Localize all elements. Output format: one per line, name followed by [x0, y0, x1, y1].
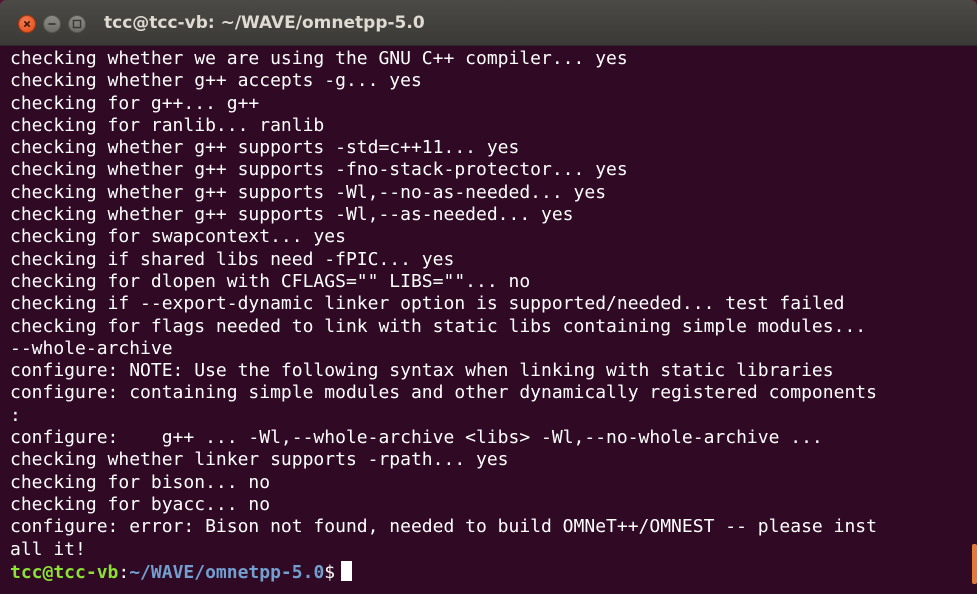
output-line: checking for ranlib... ranlib: [10, 114, 325, 136]
terminal-output[interactable]: checking whether we are using the GNU C+…: [0, 46, 977, 594]
maximize-button[interactable]: [68, 15, 86, 33]
output-line: checking whether g++ supports -Wl,--as-n…: [10, 204, 574, 226]
output-line: checking whether g++ supports -Wl,--no-a…: [10, 181, 607, 203]
output-line: checking whether linker supports -rpath.…: [10, 449, 509, 471]
output-line: checking for byacc... no: [10, 493, 271, 515]
window-title: tcc@tcc-vb: ~/WAVE/omnetpp-5.0: [104, 13, 425, 33]
prompt-user-host: tcc@tcc-vb: [10, 561, 119, 583]
minimize-icon: [48, 23, 56, 25]
output-line: checking for bison... no: [10, 471, 271, 493]
output-line: checking for dlopen with CFLAGS="" LIBS=…: [10, 270, 531, 292]
output-line: configure: NOTE: Use the following synta…: [10, 360, 834, 382]
terminal-window: tcc@tcc-vb: ~/WAVE/omnetpp-5.0 checking …: [0, 0, 977, 594]
output-line: configure: containing simple modules and…: [10, 382, 877, 404]
output-line: configure: g++ ... -Wl,--whole-archive <…: [10, 427, 823, 449]
output-line: :: [10, 404, 21, 426]
output-line: configure: error: Bison not found, neede…: [10, 516, 877, 538]
prompt-path: ~/WAVE/omnetpp-5.0: [129, 561, 325, 583]
prompt-separator: :: [118, 561, 130, 583]
output-line: --whole-archive: [10, 337, 173, 359]
output-line: checking whether g++ accepts -g... yes: [10, 70, 422, 92]
text-cursor: [341, 560, 353, 581]
output-line: checking whether g++ supports -std=c++11…: [10, 137, 520, 159]
output-line: all it!: [10, 538, 86, 560]
output-line: checking if shared libs need -fPIC... ye…: [10, 248, 455, 270]
output-line: checking whether we are using the GNU C+…: [10, 48, 628, 69]
close-button[interactable]: [18, 15, 36, 33]
output-line: checking for swapcontext... yes: [10, 226, 346, 248]
prompt-symbol: $: [324, 561, 336, 583]
output-lines: checking whether we are using the GNU C+…: [10, 48, 977, 561]
output-line: checking whether g++ supports -fno-stack…: [10, 159, 628, 181]
scrollbar-thumb[interactable]: [972, 544, 977, 584]
minimize-button[interactable]: [43, 15, 61, 33]
title-bar[interactable]: tcc@tcc-vb: ~/WAVE/omnetpp-5.0: [0, 0, 977, 46]
output-line: checking for flags needed to link with s…: [10, 315, 867, 337]
output-line: checking for g++... g++: [10, 92, 260, 114]
maximize-icon: [72, 19, 82, 29]
output-line: checking if --export-dynamic linker opti…: [10, 293, 845, 315]
close-icon: [23, 20, 31, 28]
shell-prompt[interactable]: tcc@tcc-vb:~/WAVE/omnetpp-5.0$: [10, 560, 977, 583]
